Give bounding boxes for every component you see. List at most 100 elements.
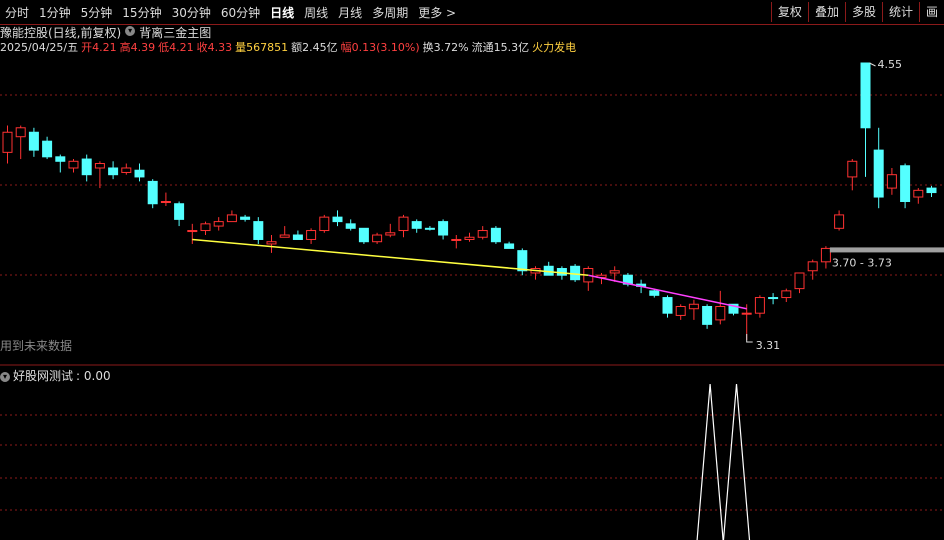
signal-spike — [722, 383, 751, 540]
signal-spike — [696, 383, 724, 540]
period-tab-2[interactable]: 5分钟 — [76, 4, 118, 21]
low-price-label: 3.31 — [756, 339, 781, 352]
high-label: 高 — [119, 41, 131, 54]
candle-body — [754, 297, 765, 314]
grid-lines — [0, 94, 944, 511]
open-label: 开 — [81, 41, 93, 54]
period-tab-9[interactable]: 多周期 — [367, 4, 413, 21]
sub-indicator-toggle-icon[interactable]: ▾ — [0, 371, 10, 382]
candle-body — [160, 201, 171, 203]
candle-body — [702, 305, 713, 325]
candle-body — [266, 241, 277, 245]
change-label: 幅 — [340, 41, 352, 54]
toolbar-button-1[interactable]: 叠加 — [807, 2, 845, 22]
period-toolbar: 分时 1分钟 5分钟 15分钟 30分钟 60分钟 日线 周线 月线 多周期 更多 > 复权 叠加 多股… — [0, 0, 944, 25]
candle-body — [662, 297, 673, 314]
indicator-name[interactable]: 背离三金主图 — [139, 24, 211, 40]
toolbar-button-2[interactable]: 多股 — [844, 2, 882, 22]
candle-body — [42, 140, 53, 158]
candle-body — [372, 234, 383, 243]
low-marker — [746, 334, 753, 343]
candle-body — [94, 163, 105, 169]
candle-body — [570, 265, 581, 281]
candlesticks — [2, 62, 937, 340]
sub-panel-title: ▾ 好股网测试 : 0.00 — [0, 367, 111, 384]
candle-body — [411, 221, 422, 229]
candle-body — [147, 180, 158, 205]
candle-body — [900, 165, 911, 203]
low-value: 4.21 — [169, 41, 194, 54]
candle-body — [81, 158, 92, 176]
candle-body — [926, 187, 937, 194]
toolbar-button-0[interactable]: 复权 — [770, 2, 808, 22]
stock-title-line: 豫能控股(日线,前复权) ▾ 背离三金主图 — [0, 24, 211, 40]
period-tab-4[interactable]: 30分钟 — [167, 4, 216, 21]
info-circle-icon[interactable]: ▾ — [125, 26, 136, 36]
candle-body — [200, 223, 211, 232]
candle-body — [332, 216, 343, 223]
period-tab-1[interactable]: 1分钟 — [34, 4, 76, 21]
open-value: 4.21 — [92, 41, 117, 54]
toolbar-right-buttons: 复权 叠加 多股 统计画 — [770, 0, 944, 24]
candle-body — [781, 290, 792, 299]
candle-body — [741, 312, 752, 315]
candle-body — [68, 160, 79, 169]
period-tab-10[interactable]: 更多 > — [413, 4, 461, 21]
range-band — [829, 247, 944, 253]
candle-body — [649, 290, 660, 296]
candle-body — [121, 167, 132, 173]
candle-body — [847, 160, 858, 178]
change-value: 0.13(3.10%) — [351, 41, 420, 54]
candle-body — [55, 156, 66, 162]
amount-value: 2.45亿 — [302, 41, 338, 54]
candle-body — [834, 214, 845, 229]
low-label: 低 — [158, 41, 170, 54]
candle-body — [807, 261, 818, 272]
candle-body — [385, 232, 396, 236]
vol-value: 567851 — [246, 41, 289, 54]
candle-body — [794, 272, 805, 290]
candle-body — [306, 230, 317, 240]
candle-body — [253, 221, 264, 240]
candle-body — [504, 243, 515, 249]
candle-body — [675, 305, 686, 316]
candle-body — [477, 230, 488, 238]
candle-body — [398, 216, 409, 232]
candle-body — [345, 223, 356, 229]
sub-indicator-name[interactable]: 好股网测试 — [13, 367, 73, 384]
candle-body — [490, 227, 501, 243]
period-tab-7[interactable]: 周线 — [299, 4, 333, 21]
support-line — [192, 238, 589, 276]
close-value: 4.33 — [207, 41, 233, 54]
candle-body — [240, 216, 251, 220]
stock-name[interactable]: 豫能控股(日线,前复权) — [0, 24, 121, 40]
candle-body — [174, 203, 185, 220]
candle-body — [860, 62, 871, 129]
high-price-label: 4.55 — [878, 58, 903, 71]
candle-body — [358, 227, 369, 243]
candle-body — [424, 227, 435, 230]
close-label: 收 — [196, 41, 208, 54]
toolbar-button-4[interactable]: 画 — [918, 2, 944, 22]
period-tab-5[interactable]: 60分钟 — [216, 4, 265, 21]
sub-indicator-value: : 0.00 — [76, 368, 111, 383]
period-tabs: 分时 1分钟 5分钟 15分钟 30分钟 60分钟 日线 周线 月线 多周期 更多 > — [0, 0, 461, 24]
period-tab-0[interactable]: 分时 — [0, 4, 34, 21]
candle-body — [319, 216, 330, 232]
candle-body — [886, 174, 897, 189]
candle-body — [226, 214, 237, 223]
high-value: 4.39 — [130, 41, 156, 54]
period-tab-6[interactable]: 日线 — [265, 4, 299, 21]
period-tab-8[interactable]: 月线 — [333, 4, 367, 21]
candle-body — [134, 169, 145, 178]
signal-text: 火力发电 — [532, 41, 577, 54]
candle-body — [517, 250, 528, 272]
kline-chart[interactable]: 4.55 3.31 3.70 - 3.73 — [0, 0, 944, 540]
float-value: 15.3亿 — [493, 41, 530, 54]
period-tab-3[interactable]: 15分钟 — [117, 4, 166, 21]
toolbar-button-3[interactable]: 统计 — [881, 2, 919, 22]
amount-label: 额 — [291, 41, 303, 54]
candle-body — [464, 236, 475, 240]
range-label: 3.70 - 3.73 — [832, 256, 892, 269]
candle-body — [2, 131, 13, 153]
